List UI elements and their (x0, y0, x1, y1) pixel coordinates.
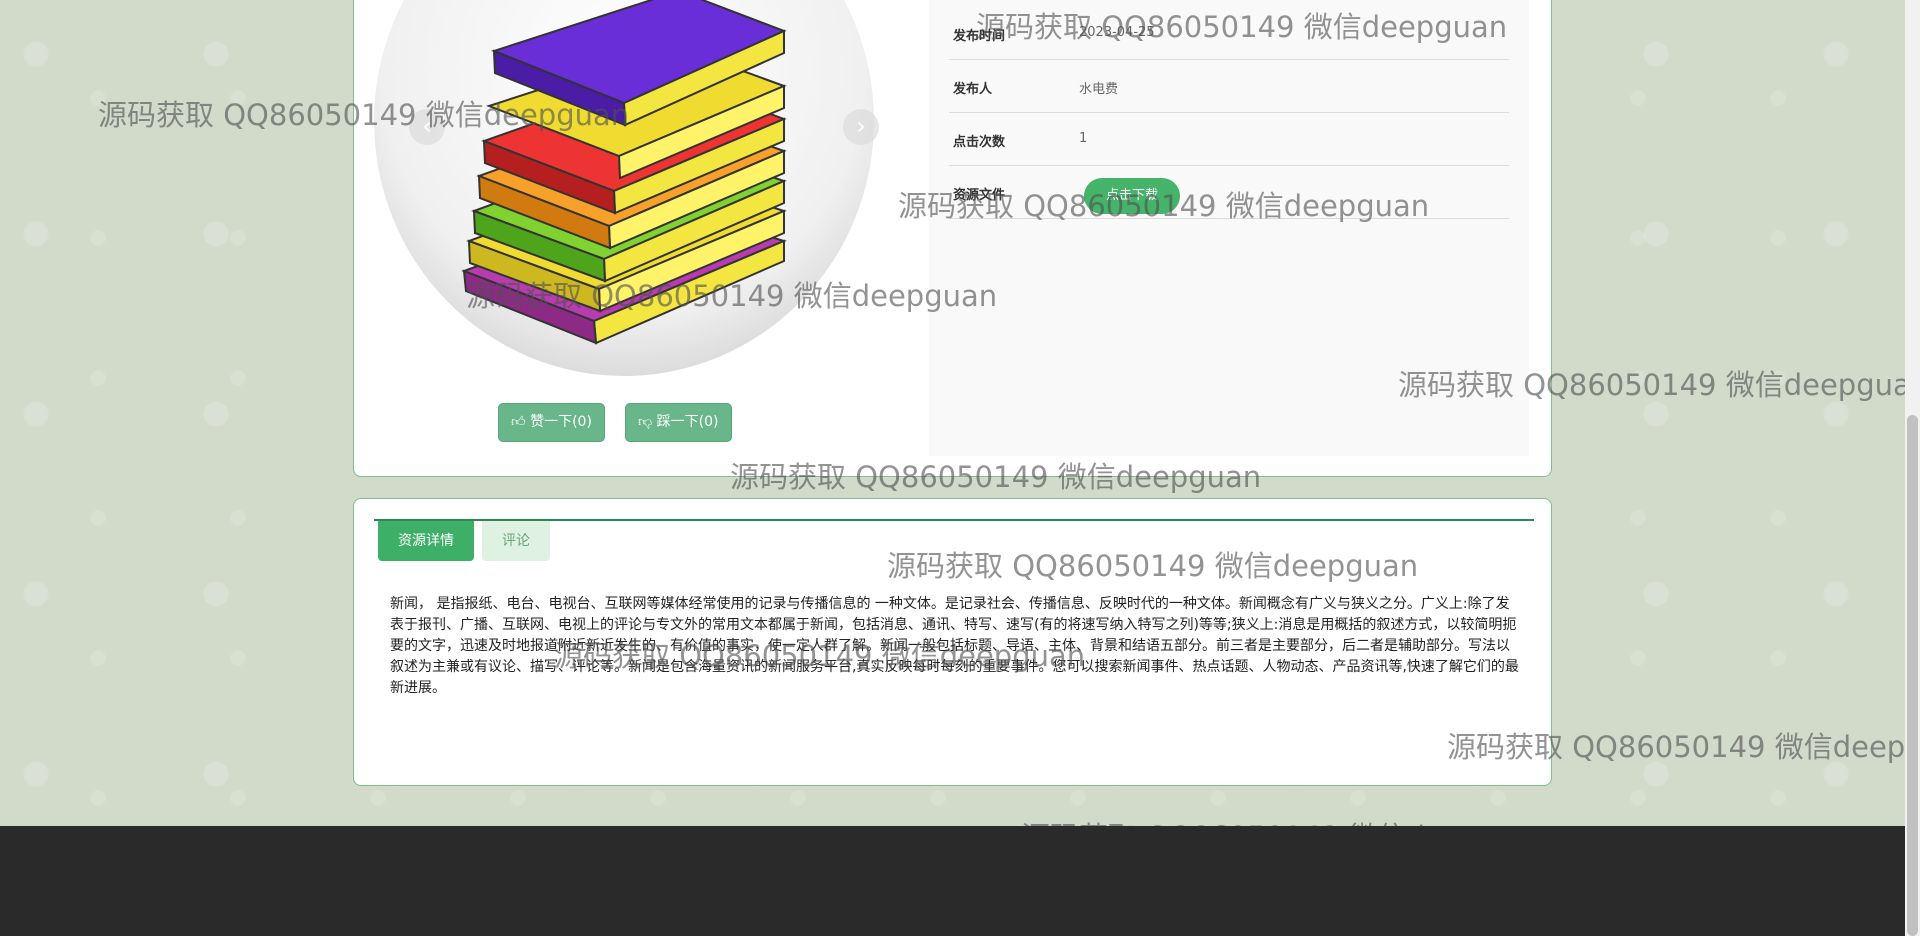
resource-detail-card: ‹ › 👍︎ 赞一下(0) 👎︎ 踩一下(0) 发布时间 2023-04-25 … (353, 0, 1552, 477)
info-key: 点击次数 (953, 135, 1006, 150)
watermark: 源码获取 QQ86050149 微信deepguan (554, 639, 1086, 673)
resource-image: ‹ › (374, 0, 879, 386)
info-row-publisher: 发布人 水电费 (949, 60, 1509, 113)
info-value: 1 (1079, 131, 1088, 146)
vertical-scrollbar[interactable] (1905, 0, 1920, 936)
watermark: 源码获取 QQ86050149 微信deepguan (98, 98, 630, 132)
thumbs-down-icon: 👎︎ (638, 414, 653, 430)
thumbs-up-icon: 👍︎ (511, 414, 526, 430)
info-value: 水电费 (1079, 82, 1119, 97)
watermark: 源码获取 QQ86050149 微信deepguan (887, 549, 1419, 583)
watermark: 源码获取 QQ86050149 微信deepguan (1447, 730, 1920, 764)
watermark: 源码获取 QQ86050149 微信deepguan (898, 189, 1430, 223)
like-label: 赞一下(0) (530, 414, 592, 430)
dislike-button[interactable]: 👎︎ 踩一下(0) (625, 403, 732, 442)
carousel-next-button[interactable]: › (843, 109, 879, 145)
watermark: 源码获取 QQ86050149 微信deepguan (466, 279, 998, 313)
info-row-clicks: 点击次数 1 (949, 113, 1509, 166)
page-footer (0, 826, 1905, 936)
dislike-label: 踩一下(0) (656, 414, 719, 430)
watermark: 源码获取 QQ86050149 微信deepguan (976, 10, 1508, 44)
like-button[interactable]: 👍︎ 赞一下(0) (498, 403, 605, 442)
tab-resource-detail[interactable]: 资源详情 (378, 521, 474, 561)
watermark: 源码获取 QQ86050149 微信deepguan (1398, 368, 1920, 402)
watermark: 源码获取 QQ86050149 微信deepguan (730, 460, 1262, 494)
info-key: 发布人 (953, 82, 993, 97)
scrollbar-thumb[interactable] (1907, 415, 1918, 936)
tab-comments[interactable]: 评论 (482, 521, 550, 561)
books-stack-image (374, 0, 874, 376)
